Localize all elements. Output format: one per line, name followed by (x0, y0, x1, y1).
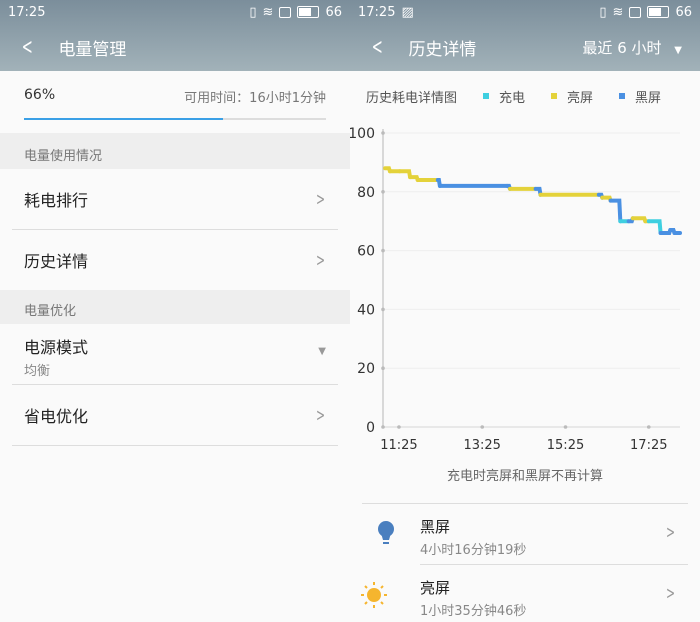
chevron-right-icon: > (665, 522, 675, 543)
legend-screen-off-swatch (619, 93, 626, 99)
sun-icon (361, 582, 387, 608)
sim-icon (629, 6, 642, 18)
chart-note: 充电时亮屏和黑屏不再计算 (446, 469, 603, 484)
battery-summary: 66% 可用时间：16小时1分钟 (0, 71, 350, 133)
chevron-right-icon: > (665, 583, 675, 604)
power-ranking-item[interactable]: 耗电排行 > (0, 169, 350, 229)
y-tick-label: 40 (357, 302, 375, 318)
item-duration: 1小时35分钟46秒 (420, 604, 527, 619)
section-optimization: 电量优化 (0, 290, 350, 324)
dropdown-icon: ▼ (318, 346, 326, 357)
chevron-right-icon: > (315, 404, 325, 426)
legend-charging: 充电 (499, 90, 526, 106)
x-tick (397, 425, 401, 429)
header: 17:25 ▯ ≋ 66 < 电量管理 (0, 0, 350, 71)
y-tick (381, 190, 385, 194)
power-saving-item[interactable]: 省电优化 > (0, 385, 350, 445)
y-tick (381, 131, 385, 135)
item-label: 耗电排行 (24, 191, 89, 210)
wifi-icon: ≋ (612, 4, 624, 20)
wifi-icon: ≋ (262, 4, 274, 20)
legend-screen-off: 黑屏 (635, 90, 662, 106)
y-tick-label: 80 (357, 185, 375, 201)
time-range-value: 最近 6 小时 (582, 39, 662, 57)
back-icon[interactable]: < (372, 35, 383, 60)
image-icon: ▨ (401, 4, 414, 20)
status-bar: 17:25 ▨ ▯ ≋ 66 (350, 0, 700, 24)
chart-title: 历史耗电详情图 (366, 90, 458, 106)
x-tick-label: 11:25 (380, 438, 417, 453)
y-tick-label: 0 (366, 420, 375, 436)
chevron-right-icon: > (315, 249, 325, 271)
item-duration: 4小时16分钟19秒 (420, 543, 527, 558)
screen-off-item[interactable]: 黑屏 4小时16分钟19秒 > (362, 503, 688, 563)
x-tick-label: 13:25 (463, 438, 500, 453)
battery-history-chart: 0 20 40 60 80 100 11:25 13:25 15:25 17:25 (350, 126, 682, 453)
item-label: 省电优化 (24, 407, 89, 426)
x-tick-label: 17:25 (630, 438, 667, 453)
chevron-right-icon: > (315, 188, 325, 210)
divider (12, 445, 338, 446)
status-bar: 17:25 ▯ ≋ 66 (0, 0, 350, 24)
back-icon[interactable]: < (22, 35, 33, 60)
x-tick (480, 425, 485, 429)
battery-icon (647, 6, 670, 18)
status-time: 17:25 (8, 4, 46, 20)
lightbulb-icon (378, 521, 394, 544)
x-tick (563, 425, 568, 429)
item-label: 历史详情 (24, 252, 89, 271)
page-title: 历史详情 (408, 40, 477, 60)
y-tick (381, 425, 385, 429)
battery-management-screen: 17:25 ▯ ≋ 66 < 电量管理 66% 可用时间：16小时1分钟 电量使用情况 … (0, 0, 350, 622)
y-tick-label: 100 (350, 126, 375, 142)
item-label: 亮屏 (420, 579, 451, 597)
legend-screen-on: 亮屏 (567, 90, 594, 106)
battery-level: 66 (675, 4, 692, 20)
dropdown-icon: ▼ (674, 45, 682, 56)
battery-percent: 66% (24, 87, 56, 103)
battery-line-segment-off (608, 198, 623, 224)
available-time: 可用时间：16小时1分钟 (184, 91, 326, 106)
history-details-item[interactable]: 历史详情 > (0, 230, 350, 290)
history-details-screen: 17:25 ▨ ▯ ≋ 66 < 历史详情 最近 6 小时 ▼ 历史耗电详情图 充电 亮… (350, 0, 700, 622)
power-mode-select[interactable]: 电源模式 均衡 ▼ (0, 324, 350, 384)
header: 17:25 ▨ ▯ ≋ 66 < 历史详情 最近 6 小时 ▼ (350, 0, 700, 71)
battery-line-segment-charging (646, 219, 663, 235)
screen-on-item[interactable]: 亮屏 1小时35分钟46秒 > (361, 564, 688, 622)
section-usage: 电量使用情况 (0, 133, 350, 169)
legend-charging-swatch (483, 93, 490, 99)
legend-screen-on-swatch (551, 93, 558, 99)
chart-legend: 历史耗电详情图 充电 亮屏 黑屏 (350, 71, 700, 121)
vibrate-icon: ▯ (249, 4, 257, 20)
status-time: 17:25 (358, 4, 396, 20)
item-label: 黑屏 (420, 518, 451, 536)
battery-icon (297, 6, 320, 18)
x-tick-label: 15:25 (547, 438, 584, 453)
y-tick (381, 307, 385, 312)
vibrate-icon: ▯ (599, 4, 607, 20)
y-tick-label: 20 (357, 361, 375, 377)
power-mode-label: 电源模式 (24, 338, 89, 357)
sim-icon (279, 6, 292, 18)
time-range-select[interactable]: 最近 6 小时 ▼ (582, 37, 682, 58)
battery-progress (24, 118, 326, 120)
page-title: 电量管理 (58, 40, 127, 60)
power-mode-value: 均衡 (24, 364, 51, 379)
y-tick (381, 248, 385, 253)
y-tick (381, 366, 385, 370)
y-tick-label: 60 (357, 244, 375, 260)
battery-level: 66 (325, 4, 342, 20)
x-tick (646, 425, 651, 429)
